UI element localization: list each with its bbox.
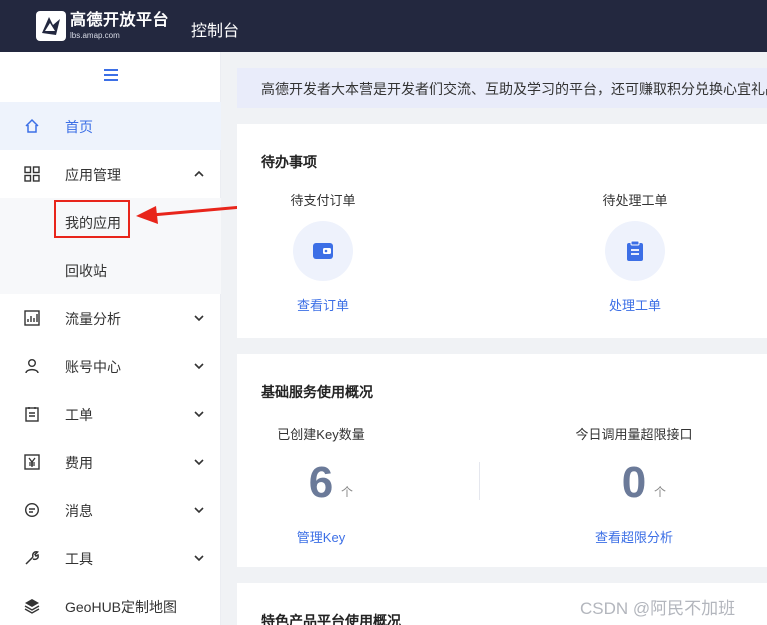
stat-unit: 个 [341, 485, 354, 499]
card-title: 待办事项 [261, 154, 317, 170]
key-count-stat: 已创建Key数量 6 个 管理Key [241, 424, 401, 546]
user-icon [25, 359, 39, 374]
stat-label: 已创建Key数量 [277, 427, 365, 442]
handle-tickets-link[interactable]: 处理工单 [575, 295, 695, 314]
todo-label: 待支付订单 [290, 193, 356, 208]
highlight-box [54, 200, 130, 238]
sidebar-item-label: 流量分析 [65, 311, 121, 327]
wallet-icon [313, 243, 333, 259]
sidebar-item-label: 应用管理 [65, 167, 121, 183]
stat-divider [479, 462, 480, 500]
message-icon [24, 502, 40, 518]
logo-domain: lbs.amap.com [70, 30, 120, 40]
grid-icon [24, 166, 40, 182]
sidebar-item-app-management[interactable]: 应用管理 [0, 150, 221, 198]
stat-label: 今日调用量超限接口 [575, 427, 693, 442]
sidebar-item-label: 工具 [65, 551, 93, 567]
watermark: CSDN @阿民不加班 [580, 599, 736, 618]
logo[interactable]: 高德开放平台 lbs.amap.com [36, 11, 169, 41]
home-icon [25, 118, 39, 133]
sidebar: 首页 应用管理 我的应用 回收站 流量分析 账号中心 工单 费用 消息 工具 G… [0, 52, 221, 625]
clipboard-icon [627, 240, 643, 261]
logo-title: 高德开放平台 [70, 11, 170, 29]
stat-value: 0 [621, 458, 647, 507]
stat-unit: 个 [654, 485, 667, 499]
chevron-down-icon [194, 555, 204, 562]
sidebar-item-label: 首页 [65, 119, 93, 135]
top-bar: 高德开放平台 lbs.amap.com 控制台 [0, 0, 767, 52]
clipboard-icon-circle [605, 221, 665, 281]
chevron-down-icon [194, 315, 204, 322]
sidebar-item-label: GeoHUB定制地图 [65, 599, 178, 615]
sidebar-item-label: 工单 [65, 407, 93, 423]
sidebar-item-traffic-analysis[interactable]: 流量分析 [0, 294, 221, 342]
chevron-up-icon [194, 170, 204, 177]
view-over-limit-link[interactable]: 查看超限分析 [554, 527, 714, 546]
todo-card: 待办事项 待支付订单 查看订单 待处理工单 处理工单 [237, 124, 767, 338]
clipboard-icon [25, 407, 39, 422]
chevron-down-icon [194, 459, 204, 466]
sidebar-item-tools[interactable]: 工具 [0, 534, 221, 582]
over-limit-stat: 今日调用量超限接口 0 个 查看超限分析 [554, 424, 714, 546]
sidebar-item-home[interactable]: 首页 [0, 102, 221, 150]
sidebar-item-geohub[interactable]: GeoHUB定制地图 [0, 582, 221, 625]
sidebar-item-label: 消息 [65, 503, 93, 519]
sidebar-item-label: 费用 [65, 455, 93, 471]
menu-collapse-icon[interactable] [104, 69, 118, 81]
view-orders-link[interactable]: 查看订单 [263, 295, 383, 314]
layers-icon [24, 599, 40, 614]
wrench-icon [25, 551, 39, 565]
sidebar-item-messages[interactable]: 消息 [0, 486, 221, 534]
wallet-icon-circle [293, 221, 353, 281]
amap-logo-icon [36, 11, 66, 41]
sidebar-item-label: 账号中心 [65, 359, 121, 375]
yen-icon [24, 454, 40, 470]
notice-banner[interactable]: 高德开发者大本营是开发者们交流、互助及学习的平台，还可赚取积分兑换心宜礼品 [237, 68, 767, 108]
todo-label: 待处理工单 [602, 193, 668, 208]
chevron-down-icon [194, 507, 204, 514]
card-title: 特色产品平台使用概况 [261, 613, 401, 625]
sidebar-subitem-recycle-bin[interactable]: 回收站 [0, 246, 221, 294]
chevron-down-icon [194, 411, 204, 418]
sidebar-item-account-center[interactable]: 账号中心 [0, 342, 221, 390]
service-usage-card: 基础服务使用概况 已创建Key数量 6 个 管理Key 今日调用量超限接口 0 … [237, 354, 767, 567]
sidebar-subitem-label: 回收站 [65, 263, 107, 279]
console-title[interactable]: 控制台 [191, 17, 239, 41]
stat-value: 6 [308, 458, 334, 507]
chevron-down-icon [194, 363, 204, 370]
chart-icon [24, 310, 40, 326]
todo-pending-payment: 待支付订单 查看订单 [263, 190, 383, 314]
todo-pending-ticket: 待处理工单 处理工单 [575, 190, 695, 314]
manage-key-link[interactable]: 管理Key [241, 527, 401, 546]
sidebar-item-work-order[interactable]: 工单 [0, 390, 221, 438]
card-title: 基础服务使用概况 [261, 384, 373, 400]
sidebar-item-billing[interactable]: 费用 [0, 438, 221, 486]
